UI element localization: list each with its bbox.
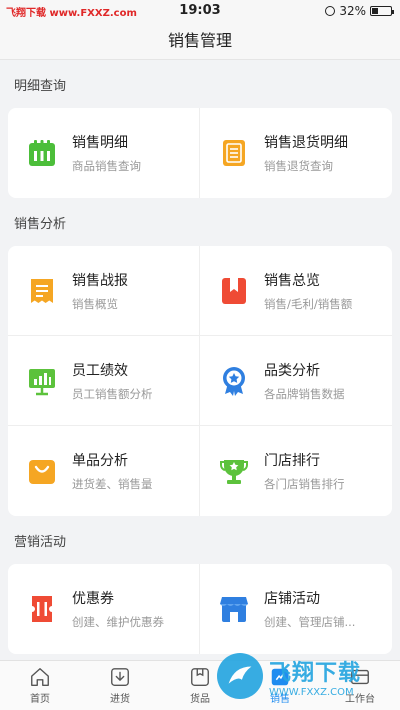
document-icon [218,137,250,169]
watermark-overlay: 飞翔下载 WWW.FXXZ.COM [217,646,392,706]
category-analysis-button[interactable]: 品类分析 各品牌销售数据 [200,336,392,426]
marketing-card: 优惠券 创建、维护优惠券 店铺活动 创建、管理店铺... [8,564,392,654]
item-title: 销售退货明细 [264,135,348,151]
status-right: 32% [325,4,394,18]
item-subtitle: 创建、维护优惠券 [72,615,164,629]
status-bar: 飞翔下载 www.FXXZ.com 19:03 32% [0,0,400,22]
item-subtitle: 销售/毛利/销售额 [264,296,353,311]
item-title: 门店排行 [264,453,320,469]
content: 明细查询 销售明细 商品销售查询 销售退货明细 销售退货查询 销售分析 销售战报… [0,60,400,660]
section-title-detail: 明细查询 [14,79,67,94]
box-icon [191,668,209,686]
rotation-lock-icon [325,6,336,16]
item-title: 优惠券 [72,591,114,607]
item-title: 单品分析 [72,453,128,469]
watermark-url: WWW.FXXZ.COM [269,686,354,698]
tab-label: 货品 [190,694,210,705]
coupon-button[interactable]: 优惠券 创建、维护优惠券 [8,564,200,654]
store-ranking-button[interactable]: 门店排行 各门店销售排行 [200,426,392,516]
section-title-analysis: 销售分析 [14,217,67,232]
staff-performance-button[interactable]: 员工绩效 员工销售额分析 [8,336,200,426]
item-title: 销售总览 [264,272,320,289]
bookmark-icon [218,275,250,307]
item-subtitle: 销售概览 [72,296,118,311]
award-badge-icon [218,365,250,397]
item-title: 销售战报 [72,272,128,289]
trophy-icon [218,455,250,487]
product-analysis-button[interactable]: 单品分析 进货差、销售量 [8,426,200,516]
sales-report-button[interactable]: 销售战报 销售概览 [8,246,200,336]
coupon-icon [26,593,58,625]
battery-icon [370,6,394,16]
calendar-icon [26,137,58,169]
analysis-card: 销售战报 销售概览 销售总览 销售/毛利/销售额 员工绩效 员工销售额分析 品类… [8,246,392,516]
presentation-chart-icon [26,365,58,397]
item-title: 品类分析 [264,362,320,379]
receipt-icon [26,275,58,307]
return-detail-button[interactable]: 销售退货明细 销售退货查询 [200,108,392,198]
nav-bar: 销售管理 [0,22,400,60]
item-subtitle: 各门店销售排行 [264,477,345,491]
storefront-icon [218,593,250,625]
tab-label: 首页 [30,694,50,705]
item-title: 销售明细 [72,135,128,151]
item-subtitle: 各品牌销售数据 [264,386,345,401]
section-title-marketing: 营销活动 [14,535,67,550]
tab-label: 进货 [110,694,130,705]
home-icon [31,668,49,686]
tab-purchase[interactable]: 进货 [80,661,160,710]
item-subtitle: 员工销售额分析 [72,386,153,401]
item-subtitle: 商品销售查询 [72,159,141,173]
sales-detail-button[interactable]: 销售明细 商品销售查询 [8,108,200,198]
sales-overview-button[interactable]: 销售总览 销售/毛利/销售额 [200,246,392,336]
download-icon [111,668,129,686]
store-activity-button[interactable]: 店铺活动 创建、管理店铺... [200,564,392,654]
item-subtitle: 销售退货查询 [264,159,333,173]
item-subtitle: 创建、管理店铺... [264,615,356,629]
shopping-bag-icon [26,455,58,487]
watermark-text-group: 飞翔下载 WWW.FXXZ.COM [269,655,361,698]
item-title: 店铺活动 [264,591,320,607]
watermark-logo-icon [217,653,263,699]
watermark-brand: 飞翔下载 [269,660,362,686]
detail-card: 销售明细 商品销售查询 销售退货明细 销售退货查询 [8,108,392,198]
tab-home[interactable]: 首页 [0,661,80,710]
page-title: 销售管理 [167,31,232,50]
battery-percent: 32% [339,4,366,18]
item-subtitle: 进货差、销售量 [72,477,153,491]
item-title: 员工绩效 [72,362,128,379]
